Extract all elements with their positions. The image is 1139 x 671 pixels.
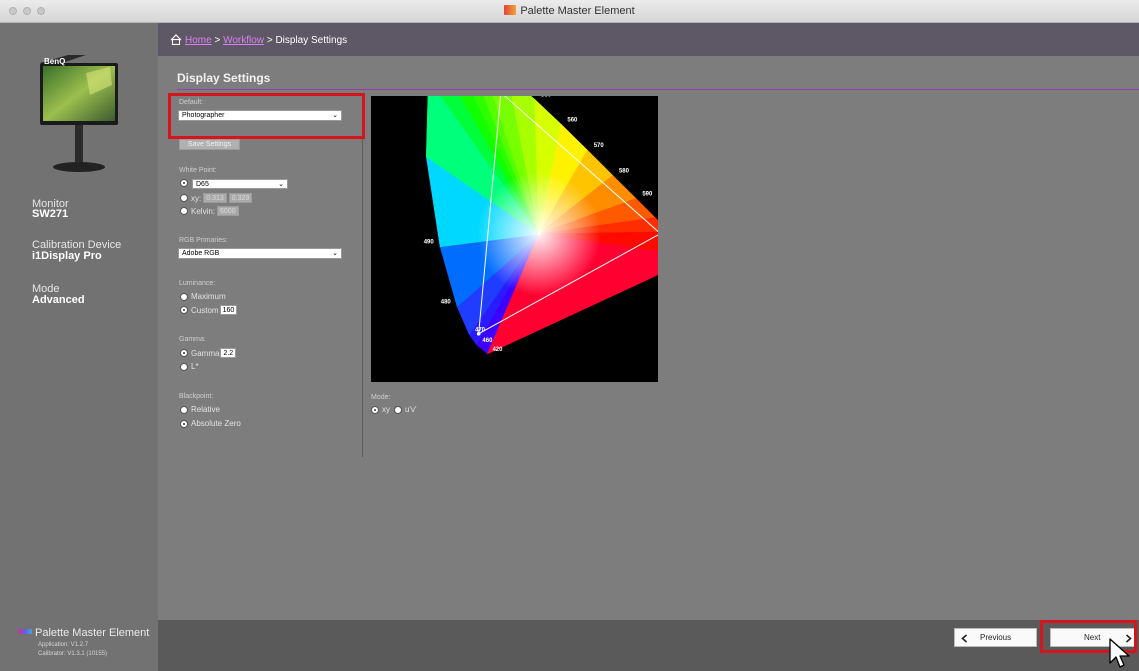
wavelength-label: 480: [441, 300, 452, 306]
gamma-input[interactable]: 2.2: [220, 348, 237, 358]
mouse-cursor-icon: [1109, 638, 1130, 668]
bottom-navigation-bar: Previous Next: [158, 620, 1139, 671]
wavelength-label: 580: [619, 168, 630, 174]
main-content: Display Settings Default: Photographer ⌄…: [158, 40, 1139, 620]
breadcrumb-workflow-link[interactable]: Workflow: [223, 35, 264, 46]
calibrator-version: Calibrator: V1.3.1 (10155): [38, 651, 108, 657]
gamma-label: Gamma:: [179, 336, 206, 343]
chart-mode-xy-option[interactable]: xy u'v': [371, 405, 417, 414]
breadcrumb: Home > Workflow > Display Settings: [170, 34, 347, 46]
luminance-maximum-radio[interactable]: [180, 292, 188, 301]
white-point-marker: [537, 232, 541, 236]
sidebar: BenQ Monitor SW271 Calibration Device i1…: [0, 23, 158, 671]
brand-logo: BenQ: [44, 57, 65, 66]
wavelength-label: 420: [492, 347, 503, 353]
luminance-maximum-label: Maximum: [191, 292, 226, 301]
title-divider: [177, 89, 1139, 90]
home-icon[interactable]: [170, 34, 182, 45]
rgb-primaries-select[interactable]: Adobe RGB ⌄: [178, 248, 342, 259]
white-point-kelvin-option[interactable]: Kelvin: 6000: [180, 206, 239, 216]
blackpoint-relative-label: Relative: [191, 405, 220, 414]
breadcrumb-separator: >: [266, 35, 273, 46]
monitor-image: BenQ: [40, 55, 118, 172]
chart-mode-uv-label: u'v': [405, 405, 417, 414]
palette-master-logo-icon: [18, 629, 32, 634]
previous-button-label: Previous: [980, 633, 1012, 642]
breadcrumb-current: Display Settings: [275, 35, 348, 46]
chart-mode-uv-radio[interactable]: [394, 405, 402, 414]
blackpoint-relative-option[interactable]: Relative: [180, 405, 220, 414]
luminance-custom-radio[interactable]: [180, 306, 188, 314]
blackpoint-label: Blackpoint:: [179, 393, 214, 400]
calibration-device-value: i1Display Pro: [32, 250, 102, 262]
gamma-option-label: Gamma: [191, 348, 220, 358]
blackpoint-absolute-option[interactable]: Absolute Zero: [180, 419, 241, 428]
footer-app-title: Palette Master Element: [35, 627, 150, 639]
sidebar-footer: Palette Master Element Application: V1.2…: [18, 623, 149, 659]
wavelength-label: 570: [594, 143, 605, 149]
column-divider: [362, 139, 363, 457]
wavelength-label: 490: [424, 240, 435, 246]
cie-diagram-svg: 5205305405505605705805906006105104904804…: [412, 40, 696, 355]
chevron-left-icon: [961, 634, 968, 643]
window-titlebar: Palette Master Element: [0, 0, 1139, 23]
page-title: Display Settings: [177, 71, 271, 85]
luminance-custom-input[interactable]: 160: [219, 305, 238, 315]
gamma-lstar-radio[interactable]: [180, 362, 188, 371]
blackpoint-absolute-label: Absolute Zero: [191, 419, 241, 428]
luminance-custom-option[interactable]: Custom 160: [180, 305, 238, 315]
mode-value: Advanced: [32, 294, 85, 306]
gamma-lstar-option[interactable]: L*: [180, 362, 199, 371]
chart-mode-xy-label: xy: [382, 405, 390, 414]
breadcrumb-bar: Home > Workflow > Display Settings: [158, 23, 1139, 56]
save-settings-button[interactable]: Save Settings: [179, 139, 240, 150]
chart-mode-xy-radio[interactable]: [371, 405, 379, 414]
breadcrumb-separator: >: [214, 35, 221, 46]
gamma-value-radio[interactable]: [180, 349, 188, 357]
gamut-primary-point: [476, 331, 481, 336]
white-point-select[interactable]: D65 ⌄: [192, 179, 288, 189]
chevron-down-icon: ⌄: [332, 250, 338, 257]
palette-master-app-icon: [504, 5, 517, 15]
white-point-preset-option[interactable]: [180, 179, 191, 187]
luminance-maximum-option[interactable]: Maximum: [180, 292, 226, 301]
gamma-lstar-label: L*: [191, 362, 199, 371]
xy-label: xy:: [191, 193, 202, 203]
white-point-xy-option[interactable]: xy: 0.313 0.329: [180, 193, 253, 203]
monitor-value: SW271: [32, 208, 69, 220]
chevron-down-icon: ⌄: [278, 181, 284, 188]
white-point-kelvin-radio[interactable]: [180, 207, 188, 215]
luminance-label: Luminance:: [179, 280, 216, 287]
kelvin-input[interactable]: 6000: [217, 206, 239, 216]
window-title-wrap: Palette Master Element: [0, 5, 1139, 17]
breadcrumb-home-link[interactable]: Home: [185, 35, 212, 46]
xy-y-input[interactable]: 0.329: [228, 193, 253, 203]
white-point-preset-radio[interactable]: [180, 179, 188, 187]
luminance-custom-label: Custom: [191, 305, 219, 315]
app-version: Application: V1.2.7: [38, 642, 89, 648]
xy-x-input[interactable]: 0.313: [203, 193, 227, 203]
rgb-primaries-label: RGB Primaries:: [179, 237, 228, 244]
blackpoint-relative-radio[interactable]: [180, 405, 188, 414]
blackpoint-absolute-radio[interactable]: [180, 419, 188, 428]
window-title: Palette Master Element: [520, 5, 635, 17]
white-point-value: D65: [196, 181, 209, 188]
wavelength-label: 460: [482, 338, 493, 344]
white-point-label: White Point:: [179, 167, 217, 174]
wavelength-label: 590: [642, 192, 653, 198]
gamma-value-option[interactable]: Gamma 2.2: [180, 348, 237, 358]
default-highlight-box: [168, 93, 365, 139]
white-point-xy-radio[interactable]: [180, 194, 188, 202]
chart-mode-label: Mode:: [371, 394, 391, 401]
wavelength-label: 550: [541, 96, 552, 98]
cie-color-fill: [426, 46, 696, 355]
previous-button[interactable]: Previous: [954, 628, 1037, 647]
wavelength-label: 560: [567, 117, 578, 123]
rgb-primaries-value: Adobe RGB: [182, 250, 220, 257]
kelvin-label: Kelvin:: [191, 206, 216, 216]
cie-chromaticity-chart: 5205305405505605705805906006105104904804…: [371, 40, 696, 382]
